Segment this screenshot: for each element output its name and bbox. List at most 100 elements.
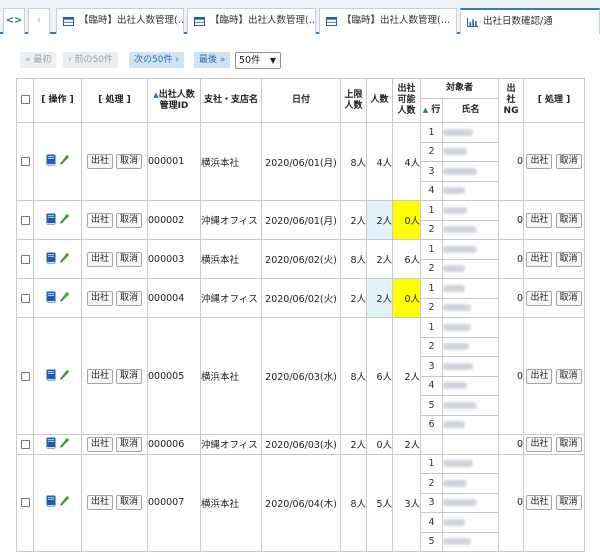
cancel-button[interactable]: 取消 bbox=[555, 290, 582, 306]
process-cell: 出社 取消 bbox=[81, 122, 148, 201]
avail-header[interactable]: 出社 可能 人数 bbox=[392, 78, 421, 123]
member-name bbox=[442, 414, 499, 435]
tab-2[interactable]: 【臨時】出社人数管理(… bbox=[319, 8, 457, 34]
book-icon[interactable] bbox=[46, 154, 56, 166]
count-header[interactable]: 人数 bbox=[366, 78, 393, 123]
date-cell: 2020/06/04(木) bbox=[261, 453, 341, 552]
cancel-button[interactable]: 取消 bbox=[555, 251, 582, 267]
cancel-button[interactable]: 取消 bbox=[116, 495, 143, 511]
cancel-button[interactable]: 取消 bbox=[116, 251, 143, 267]
id-header[interactable]: ▲出社人数 管理ID bbox=[147, 78, 201, 123]
checkin-button[interactable]: 出社 bbox=[86, 290, 113, 306]
checkin-button[interactable]: 出社 bbox=[86, 251, 113, 267]
date-header[interactable]: 日付 bbox=[261, 78, 341, 123]
table-row: 出社 取消 000006 沖縄オフィス 2020/06/03(水) 2人 0人 2人 0 出社 … bbox=[16, 434, 585, 455]
book-icon[interactable] bbox=[46, 291, 56, 303]
cancel-button[interactable]: 取消 bbox=[555, 154, 582, 169]
checkin-button[interactable]: 出社 bbox=[526, 212, 553, 228]
row-checkbox[interactable] bbox=[20, 439, 30, 449]
cancel-button[interactable]: 取消 bbox=[116, 368, 143, 384]
select-all-checkbox[interactable] bbox=[20, 95, 30, 104]
tab-1[interactable]: 【臨時】出社人数管理(… bbox=[187, 8, 316, 34]
cancel-button[interactable]: 取消 bbox=[555, 212, 582, 228]
checkin-button[interactable]: 出社 bbox=[86, 212, 113, 228]
member-row-number: 1 bbox=[420, 239, 443, 260]
pager-last-button[interactable]: 最後 » bbox=[194, 52, 231, 68]
checkin-button[interactable]: 出社 bbox=[86, 154, 113, 169]
pencil-icon[interactable] bbox=[59, 495, 70, 507]
row-select-cell bbox=[16, 122, 34, 201]
row-checkbox[interactable] bbox=[20, 215, 30, 225]
tab-scroll-left-button[interactable]: ‹ bbox=[28, 8, 50, 34]
checkin-button[interactable]: 出社 bbox=[86, 368, 113, 384]
book-icon[interactable] bbox=[46, 437, 56, 449]
table-row: 出社 取消 000004 沖縄オフィス 2020/06/02(火) 2人 2人 0人 1 0 出社… bbox=[16, 278, 585, 318]
process2-cell: 出社 取消 bbox=[523, 278, 585, 318]
date-cell: 2020/06/03(水) bbox=[261, 317, 341, 435]
checkin-button[interactable]: 出社 bbox=[526, 154, 553, 169]
tab-0[interactable]: 【臨時】出社人数管理(… bbox=[56, 8, 184, 34]
ng-cell: 0 bbox=[498, 200, 524, 240]
pager-next-button[interactable]: 次の50件 › bbox=[129, 52, 184, 68]
checkin-button[interactable]: 出社 bbox=[526, 368, 553, 384]
branch-header[interactable]: 支社・支店名 bbox=[200, 78, 262, 123]
pencil-icon[interactable] bbox=[59, 213, 70, 225]
row-checkbox[interactable] bbox=[20, 157, 30, 166]
id-cell: 000001 bbox=[147, 122, 201, 201]
branch-cell: 沖縄オフィス bbox=[200, 278, 262, 318]
date-cell: 2020/06/03(水) bbox=[261, 434, 341, 455]
cancel-button[interactable]: 取消 bbox=[116, 436, 143, 452]
checkin-button[interactable]: 出社 bbox=[526, 495, 553, 511]
process-cell: 出社 取消 bbox=[81, 434, 148, 455]
ng-header-line2: 社 bbox=[506, 95, 516, 105]
pencil-icon[interactable] bbox=[59, 291, 70, 303]
row-checkbox[interactable] bbox=[20, 293, 30, 303]
pager-prev-button[interactable]: ‹ 前の50件 bbox=[63, 52, 118, 68]
process-header: [ 処理 ] bbox=[81, 78, 148, 123]
pencil-icon[interactable] bbox=[59, 437, 70, 449]
pencil-icon[interactable] bbox=[59, 154, 70, 166]
row-header[interactable]: ▲ 行 bbox=[420, 98, 443, 123]
pencil-icon[interactable] bbox=[59, 369, 70, 381]
count-cell: 6人 bbox=[366, 317, 393, 435]
row-checkbox[interactable] bbox=[20, 254, 30, 264]
tab-3[interactable]: 出社日数確認/通 bbox=[460, 8, 600, 34]
checkin-button[interactable]: 出社 bbox=[526, 290, 553, 306]
per-page-select[interactable]: 50件 ▼ bbox=[235, 52, 281, 69]
checkin-button[interactable]: 出社 bbox=[526, 436, 553, 452]
cancel-button[interactable]: 取消 bbox=[116, 290, 143, 306]
tab-2-label: 【臨時】出社人数管理(… bbox=[342, 15, 451, 26]
row-select-cell bbox=[16, 239, 34, 279]
member-row-number: 2 bbox=[420, 141, 443, 162]
row-checkbox[interactable] bbox=[20, 498, 30, 508]
row-checkbox[interactable] bbox=[20, 371, 30, 381]
checkin-button[interactable]: 出社 bbox=[526, 251, 553, 267]
ops-cell bbox=[33, 239, 82, 279]
book-icon[interactable] bbox=[46, 213, 56, 225]
table-icon bbox=[194, 16, 205, 26]
process-cell: 出社 取消 bbox=[81, 278, 148, 318]
branch-cell: 横浜本社 bbox=[200, 317, 262, 435]
book-icon[interactable] bbox=[46, 369, 56, 381]
book-icon[interactable] bbox=[46, 252, 56, 264]
checkin-button[interactable]: 出社 bbox=[86, 495, 113, 511]
cancel-button[interactable]: 取消 bbox=[116, 212, 143, 228]
cancel-button[interactable]: 取消 bbox=[555, 436, 582, 452]
id-cell: 000002 bbox=[147, 200, 201, 240]
cancel-button[interactable]: 取消 bbox=[116, 154, 143, 169]
name-header[interactable]: 氏名 bbox=[442, 98, 499, 123]
select-all-header bbox=[16, 78, 34, 123]
ng-header[interactable]: 出社 NG bbox=[498, 78, 524, 123]
limit-header[interactable]: 上限 人数 bbox=[340, 78, 367, 123]
tab-nav-code-icon[interactable]: <> bbox=[3, 8, 25, 34]
checkin-button[interactable]: 出社 bbox=[86, 436, 113, 452]
member-name bbox=[442, 258, 499, 279]
cancel-button[interactable]: 取消 bbox=[555, 368, 582, 384]
limit-cell: 8人 bbox=[340, 239, 367, 279]
cancel-button[interactable]: 取消 bbox=[555, 495, 582, 511]
id-header-line1: 出社人数 bbox=[158, 89, 195, 100]
pencil-icon[interactable] bbox=[59, 252, 70, 264]
book-icon[interactable] bbox=[46, 495, 56, 507]
pager-first-button[interactable]: « 最初 bbox=[20, 52, 57, 68]
avail-cell: 6人 bbox=[392, 239, 421, 279]
